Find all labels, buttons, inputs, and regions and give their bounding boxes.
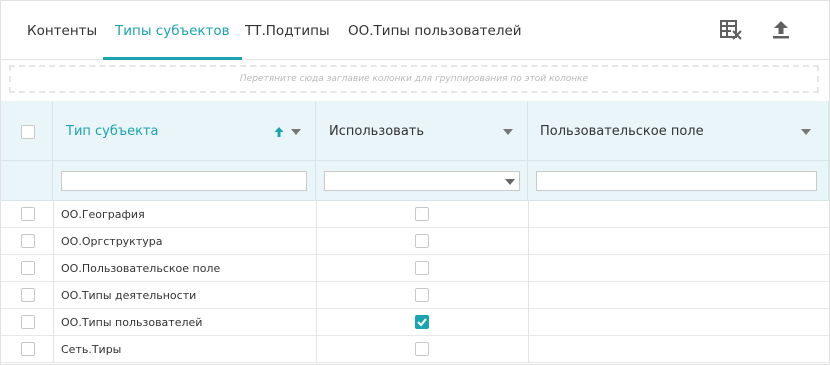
- cell-divider: [316, 255, 317, 282]
- cell-divider: [528, 282, 529, 309]
- cell-divider: [53, 336, 54, 363]
- filter-cell-select: [1, 161, 53, 201]
- cell-divider: [53, 228, 54, 255]
- cell-subject-type: ОО.География: [61, 208, 145, 221]
- column-menu-chevron-icon[interactable]: [801, 129, 811, 135]
- column-menu-chevron-icon[interactable]: [503, 129, 513, 135]
- filter-input-custom-field[interactable]: [536, 171, 817, 191]
- row-select-checkbox[interactable]: [21, 207, 35, 221]
- cell-divider: [53, 309, 54, 336]
- table-row[interactable]: ОО.География: [1, 201, 829, 228]
- filter-select-use[interactable]: [324, 171, 520, 191]
- group-drop-zone[interactable]: Перетяните сюда заглавие колонки для гру…: [9, 65, 819, 93]
- filter-cell-custom-field: [528, 161, 829, 201]
- table-row[interactable]: ОО.Типы пользователей: [1, 309, 829, 336]
- cell-divider: [528, 336, 529, 363]
- cell-subject-type: ОО.Типы деятельности: [61, 289, 197, 302]
- cell-divider: [316, 228, 317, 255]
- column-label-use: Использовать: [329, 124, 425, 139]
- column-header-subject-type[interactable]: Тип субъекта: [53, 101, 316, 161]
- cell-divider: [53, 282, 54, 309]
- use-checkbox[interactable]: [415, 288, 429, 302]
- cell-subject-type: Сеть.Тиры: [61, 343, 122, 356]
- filter-input-subject-type[interactable]: [61, 171, 307, 191]
- row-select-checkbox[interactable]: [21, 288, 35, 302]
- tab-contents[interactable]: Контенты: [27, 1, 97, 59]
- cell-divider: [316, 201, 317, 228]
- filter-cell-use: [316, 161, 528, 201]
- table-row[interactable]: ОО.Типы деятельности: [1, 282, 829, 309]
- row-select-checkbox[interactable]: [21, 342, 35, 356]
- cell-divider: [528, 309, 529, 336]
- cell-divider: [53, 255, 54, 282]
- column-label-subject-type: Тип субъекта: [66, 124, 159, 139]
- use-checkbox[interactable]: [415, 207, 429, 221]
- cell-divider: [53, 201, 54, 228]
- column-menu-chevron-icon[interactable]: [291, 129, 301, 135]
- tab-tt-subtypes[interactable]: ТТ.Подтипы: [245, 1, 330, 59]
- row-select-checkbox[interactable]: [21, 234, 35, 248]
- tab-oo-user-types[interactable]: ОО.Типы пользователей: [348, 1, 522, 59]
- row-select-checkbox[interactable]: [21, 315, 35, 329]
- use-checkbox[interactable]: [415, 261, 429, 275]
- row-select-checkbox[interactable]: [21, 261, 35, 275]
- cell-divider: [528, 255, 529, 282]
- cell-divider: [528, 228, 529, 255]
- cell-divider: [316, 309, 317, 336]
- select-all-checkbox[interactable]: [21, 125, 35, 139]
- table-row[interactable]: ОО.Оргструктура: [1, 228, 829, 255]
- cell-divider: [528, 201, 529, 228]
- cell-subject-type: ОО.Оргструктура: [61, 235, 163, 248]
- cell-divider: [316, 336, 317, 363]
- cell-subject-type: ОО.Типы пользователей: [61, 316, 203, 329]
- column-header-use[interactable]: Использовать: [316, 101, 528, 161]
- use-checkbox[interactable]: [415, 342, 429, 356]
- filter-cell-subject-type: [53, 161, 316, 201]
- sort-asc-icon[interactable]: [274, 127, 284, 137]
- cell-subject-type: ОО.Пользовательское поле: [61, 262, 221, 275]
- table-row[interactable]: Сеть.Тиры: [1, 336, 829, 363]
- use-checkbox[interactable]: [415, 234, 429, 248]
- use-checkbox[interactable]: [415, 315, 429, 329]
- column-label-custom-field: Пользовательское поле: [540, 124, 704, 139]
- tab-subject-types[interactable]: Типы субъектов: [103, 1, 242, 60]
- header-select-all-cell: [1, 101, 53, 161]
- cell-divider: [316, 282, 317, 309]
- checkmark-icon: [417, 318, 427, 327]
- column-header-custom-field[interactable]: Пользовательское поле: [528, 101, 829, 161]
- grid-window: Контенты Типы субъектов ТТ.Подтипы ОО.Ти…: [0, 0, 830, 365]
- excel-clear-icon[interactable]: [718, 17, 744, 43]
- upload-icon[interactable]: [768, 17, 794, 43]
- tab-bar: Контенты Типы субъектов ТТ.Подтипы ОО.Ти…: [1, 1, 829, 60]
- table-row[interactable]: ОО.Пользовательское поле: [1, 255, 829, 282]
- chevron-down-icon: [505, 179, 515, 185]
